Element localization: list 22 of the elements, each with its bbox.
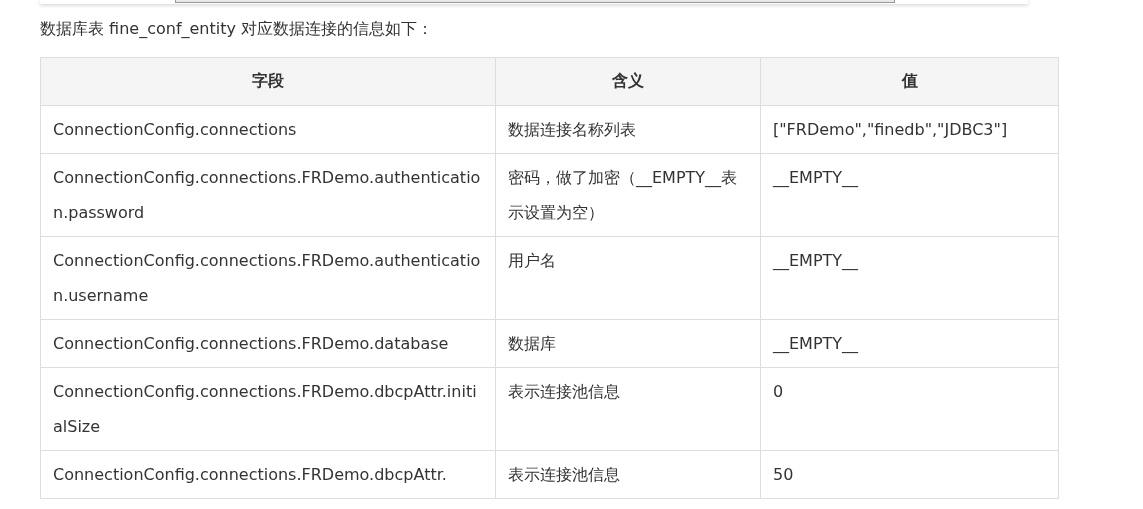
table-cell: ConnectionConfig.connections.FRDemo.database xyxy=(40,319,496,368)
table-cell: ConnectionConfig.connections.FRDemo.dbcpAttr.initialSize xyxy=(40,367,496,451)
column-header: 含义 xyxy=(495,57,761,106)
table-cell: ConnectionConfig.connections.FRDemo.authentication.password xyxy=(40,153,496,237)
table-cell: 数据连接名称列表 xyxy=(495,105,761,154)
table-cell: __EMPTY__ xyxy=(760,319,1059,368)
table-cell: 表示连接池信息 xyxy=(495,367,761,451)
table-cell: 50 xyxy=(760,450,1059,499)
table-cell: 表示连接池信息 xyxy=(495,450,761,499)
intro-text: 数据库表 fine_conf_entity 对应数据连接的信息如下： xyxy=(40,18,435,40)
table-cell: ConnectionConfig.connections xyxy=(40,105,496,154)
table-cell: ConnectionConfig.connections.FRDemo.dbcpAttr. xyxy=(40,450,496,499)
column-header: 字段 xyxy=(40,57,496,106)
table-cell: ["FRDemo","finedb","JDBC3"] xyxy=(760,105,1059,154)
table-cell: 用户名 xyxy=(495,236,761,320)
table-cell: ConnectionConfig.connections.FRDemo.authentication.username xyxy=(40,236,496,320)
table-cell: __EMPTY__ xyxy=(760,236,1059,320)
table-cell: 密码，做了加密（__EMPTY__表示设置为空） xyxy=(495,153,761,237)
table-cell: 0 xyxy=(760,367,1059,451)
table-cell: __EMPTY__ xyxy=(760,153,1059,237)
table-cell: 数据库 xyxy=(495,319,761,368)
column-header: 值 xyxy=(760,57,1059,106)
